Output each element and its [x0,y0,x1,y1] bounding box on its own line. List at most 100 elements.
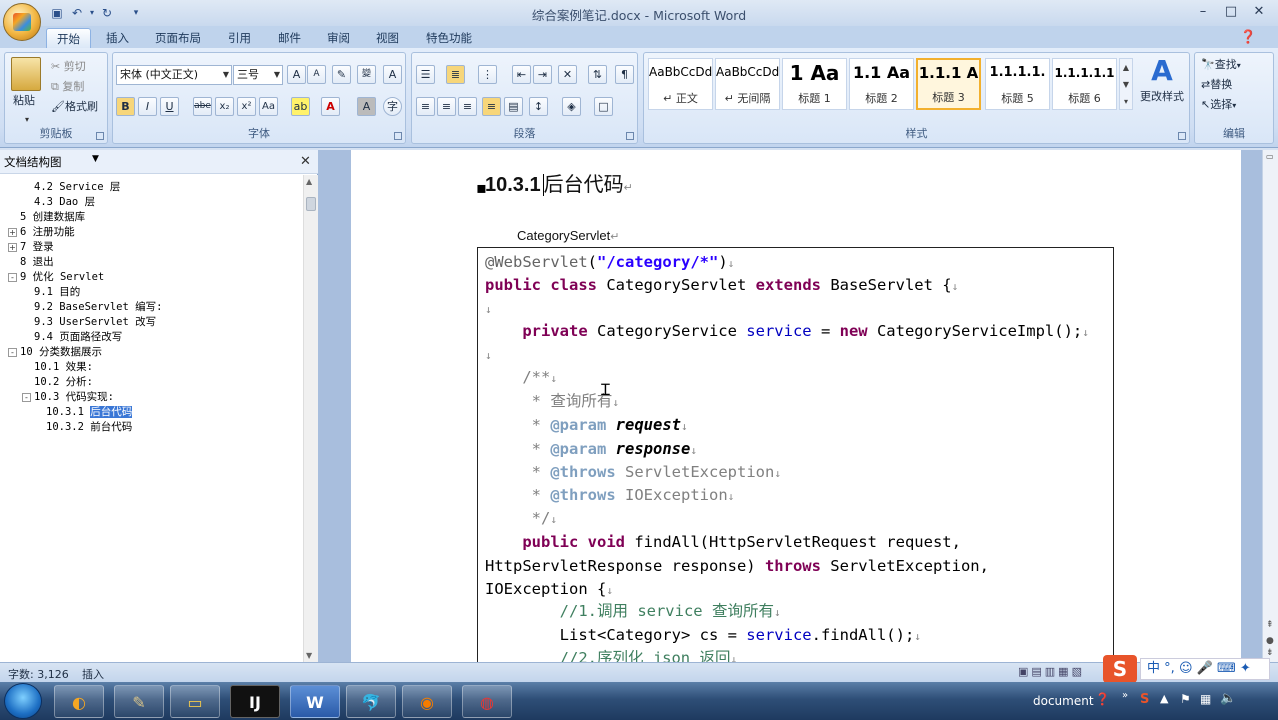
firefox-icon[interactable]: ◉ [402,685,452,718]
shading-icon[interactable]: ◈ [562,97,581,116]
asian-layout-icon[interactable]: ✕ [558,65,577,84]
close-button[interactable]: ✕ [1246,2,1272,22]
tab-features[interactable]: 特色功能 [416,28,482,48]
network-icon[interactable]: ▦ [1200,692,1211,706]
paste-dropdown-icon[interactable]: ▾ [25,115,29,124]
tray-expand-icon[interactable]: ▲ [1160,692,1168,705]
line-spacing-icon[interactable]: ↕ [529,97,548,116]
flag-icon[interactable]: ⚑ [1180,692,1191,706]
cut-button[interactable]: ✂ 剪切 [51,57,86,77]
nav-item[interactable]: 9.4 页面路径改写 [34,330,122,345]
style-heading-6[interactable]: 1.1.1.1.1 标题 6 [1052,58,1117,110]
word-count[interactable]: 字数: 3,126 [8,666,69,682]
expand-icon[interactable]: + [8,243,17,252]
scroll-thumb[interactable] [306,197,316,211]
nav-item[interactable]: 8 退出 [20,255,54,270]
nav-item[interactable]: 10.1 效果: [34,360,93,375]
highlight-icon[interactable]: ab [291,97,310,116]
nav-item[interactable]: 10.3.2 前台代码 [46,420,132,435]
heading-10-3-1[interactable]: 10.3.1 后台代码↵ [485,168,633,197]
paste-button[interactable]: 粘贴 [13,91,35,111]
select-button[interactable]: ↖选择▾ [1201,95,1236,115]
copy-button[interactable]: ⧉ 复制 [51,77,84,97]
style-normal[interactable]: AaBbCcDd ↵ 正文 [648,58,713,110]
enclose-char-icon[interactable]: 字 [383,97,402,116]
nav-item[interactable]: 10.3.1 后台代码 [46,405,133,420]
distribute-icon[interactable]: ▤ [504,97,523,116]
nav-item[interactable]: 7 登录 [20,240,54,255]
nav-item[interactable]: 6 注册功能 [20,225,75,240]
mysql-icon[interactable]: 🐬 [346,685,396,718]
tab-view[interactable]: 视图 [366,28,409,48]
clipboard-launcher-icon[interactable] [96,132,104,140]
nav-item[interactable]: 10.2 分析: [34,375,93,390]
document-toolbar-label[interactable]: document [1033,694,1094,708]
chrome-icon[interactable]: ◍ [462,685,512,718]
shrink-font-icon[interactable]: A [307,65,326,84]
font-name-combo[interactable]: 宋体 (中文正文) ▼ [116,65,232,85]
tab-references[interactable]: 引用 [218,28,261,48]
collapse-icon[interactable]: - [22,393,31,402]
intellij-icon[interactable]: IJ [230,685,280,718]
clear-format-icon[interactable]: ✎ [332,65,351,84]
ruler-toggle-icon[interactable]: ▭ [1266,152,1274,161]
media-player-icon[interactable]: ◐ [54,685,104,718]
strikethrough-icon[interactable]: abe [193,97,212,116]
start-button[interactable] [4,683,42,719]
style-heading-1[interactable]: 1 Aa 标题 1 [782,58,847,110]
close-pane-icon[interactable]: ✕ [300,154,311,169]
file-explorer-icon[interactable]: ▭ [170,685,220,718]
expand-icon[interactable]: + [8,228,17,237]
subscript-icon[interactable]: x₂ [215,97,234,116]
insert-mode[interactable]: 插入 [82,666,104,682]
italic-icon[interactable]: I [138,97,157,116]
document-map-scrollbar[interactable]: ▲ ▼ [303,175,318,662]
align-left-icon[interactable]: ≡ [416,97,435,116]
scroll-down-icon[interactable]: ▼ [306,651,312,660]
font-launcher-icon[interactable] [394,132,402,140]
tab-insert[interactable]: 插入 [96,28,139,48]
notes-app-icon[interactable]: ✎ [114,685,164,718]
ime-logo-icon[interactable]: S [1103,655,1137,683]
style-heading-5[interactable]: 1.1.1.1. 标题 5 [985,58,1050,110]
show-marks-icon[interactable]: ¶ [615,65,634,84]
styles-scroll[interactable]: ▲ ▼ ▾ [1119,58,1133,110]
format-painter-button[interactable]: 🖌格式刷 [51,97,98,117]
phonetic-guide-icon[interactable]: 變 [357,65,376,84]
prev-page-icon[interactable]: ⇞ [1266,620,1274,630]
help-tray-icon[interactable]: ❓ [1095,692,1110,706]
bold-icon[interactable]: B [116,97,135,116]
word-icon[interactable]: W [290,685,340,718]
nav-item[interactable]: 9.2 BaseServlet 编写: [34,300,162,315]
nav-item[interactable]: 4.2 Service 层 [34,180,120,195]
nav-item[interactable]: 9 优化 Servlet [20,270,104,285]
maximize-button[interactable]: □ [1218,2,1244,22]
nav-item[interactable]: 9.1 目的 [34,285,80,300]
replace-button[interactable]: ⇄替换 [1201,75,1232,95]
show-more-icon[interactable]: » [1122,690,1128,701]
increase-indent-icon[interactable]: ⇥ [533,65,552,84]
nav-item[interactable]: 9.3 UserServlet 改写 [34,315,156,330]
styles-launcher-icon[interactable] [1178,132,1186,140]
help-icon[interactable]: ❓ [1240,30,1256,45]
ime-toolbar[interactable]: 中 °, ☺ 🎤 ⌨ ✦ [1140,658,1270,680]
align-right-icon[interactable]: ≡ [458,97,477,116]
superscript-icon[interactable]: x² [237,97,256,116]
style-heading-3[interactable]: 1.1.1 A 标题 3 [916,58,981,110]
view-buttons[interactable]: ▣▤▥▦▧ [1018,665,1085,678]
decrease-indent-icon[interactable]: ⇤ [512,65,531,84]
collapse-icon[interactable]: - [8,348,17,357]
tab-mailings[interactable]: 邮件 [268,28,311,48]
multilevel-list-icon[interactable]: ⋮ [478,65,497,84]
tab-page-layout[interactable]: 页面布局 [145,28,211,48]
paste-icon[interactable] [11,57,41,91]
char-border-icon[interactable]: A [383,65,402,84]
nav-item[interactable]: 5 创建数据库 [20,210,85,225]
change-case-icon[interactable]: Aa [259,97,278,116]
style-no-spacing[interactable]: AaBbCcDd ↵ 无间隔 [715,58,780,110]
document-scrollbar[interactable]: ▭ ⇞ ● ⇟ [1262,150,1278,662]
sort-icon[interactable]: ⇅ [588,65,607,84]
next-page-icon[interactable]: ⇟ [1266,648,1274,658]
browse-object-icon[interactable]: ● [1266,636,1274,646]
font-size-combo[interactable]: 三号 ▼ [233,65,283,85]
